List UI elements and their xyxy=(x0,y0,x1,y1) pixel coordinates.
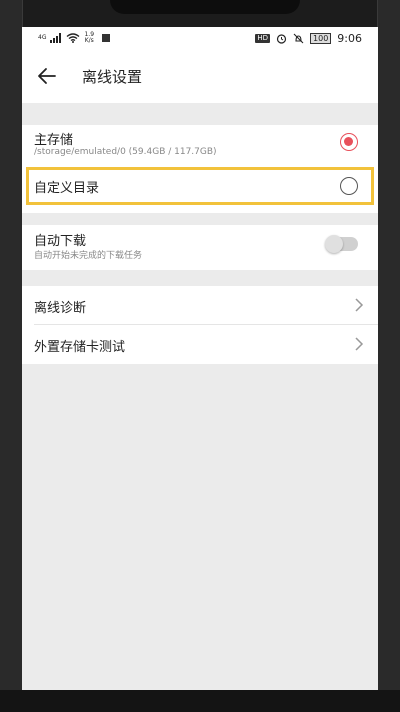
page-title: 离线设置 xyxy=(82,68,143,86)
sdcard-test-row[interactable]: 外置存储卡测试 xyxy=(22,325,378,364)
status-bar: 4G 1.9 K/s HD 100 9:06 xyxy=(22,27,378,51)
main-storage-row[interactable]: 主存储 /storage/emulated/0 (59.4GB / 117.7G… xyxy=(22,125,378,169)
custom-directory-row[interactable]: 自定义目录 xyxy=(22,170,378,202)
status-left: 4G 1.9 K/s xyxy=(38,32,111,44)
auto-download-toggle[interactable] xyxy=(325,235,358,253)
wifi-icon xyxy=(67,33,80,43)
phone-frame: 4G 1.9 K/s HD 100 9:06 离线设置 主存储 /storage… xyxy=(0,0,400,712)
custom-directory-label: 自定义目录 xyxy=(34,181,100,196)
bottom-bezel xyxy=(0,690,400,712)
hd-badge: HD xyxy=(255,34,271,43)
status-right: HD 100 9:06 xyxy=(255,32,362,45)
notification-icon xyxy=(102,34,111,42)
signal-icon xyxy=(50,33,62,43)
sdcard-test-label: 外置存储卡测试 xyxy=(34,340,126,355)
offline-diagnosis-row[interactable]: 离线诊断 xyxy=(22,286,378,324)
status-time: 9:06 xyxy=(337,32,362,45)
auto-download-sub: 自动开始未完成的下载任务 xyxy=(34,251,143,261)
main-storage-label: 主存储 xyxy=(34,133,74,148)
alarm-icon xyxy=(276,34,287,44)
bezel-left xyxy=(0,0,23,712)
auto-download-section: 自动下载 自动开始未完成的下载任务 xyxy=(22,225,378,270)
chevron-right-icon xyxy=(355,298,364,312)
back-button[interactable] xyxy=(36,65,62,89)
custom-directory-radio[interactable] xyxy=(340,177,358,195)
main-storage-path: /storage/emulated/0 (59.4GB / 117.7GB) xyxy=(34,147,217,157)
net-speed: 1.9 K/s xyxy=(84,32,94,44)
app-bar: 离线设置 xyxy=(22,51,378,103)
camera-notch xyxy=(110,0,300,14)
screen: 4G 1.9 K/s HD 100 9:06 离线设置 主存储 /storage… xyxy=(22,27,378,690)
tools-section: 离线诊断 外置存储卡测试 xyxy=(22,286,378,364)
mute-icon xyxy=(293,33,304,44)
chevron-right-icon xyxy=(355,337,364,351)
battery-indicator: 100 xyxy=(310,33,332,44)
arrow-left-icon xyxy=(38,68,56,84)
network-type: 4G xyxy=(38,34,47,41)
offline-diagnosis-label: 离线诊断 xyxy=(34,301,87,316)
bezel-right xyxy=(377,0,400,712)
net-speed-unit: K/s xyxy=(84,37,94,44)
auto-download-label: 自动下载 xyxy=(34,234,87,249)
main-storage-radio[interactable] xyxy=(340,133,358,151)
